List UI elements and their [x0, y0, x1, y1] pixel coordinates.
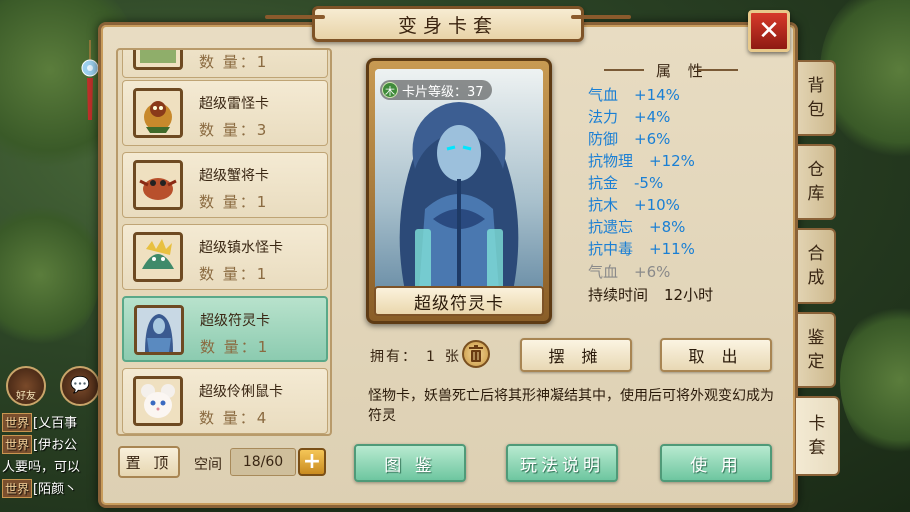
card-description: 怪物卡，妖兽死亡后将其形神凝结其中，使用后可将外观变幻成为符灵	[368, 388, 774, 424]
howto-button[interactable]: 玩法说明	[506, 444, 618, 482]
owned-count: 拥有： 1 张	[370, 349, 461, 365]
list-item[interactable]: 超级镇水怪卡 数 量：1	[122, 224, 328, 290]
card-portrait	[375, 69, 543, 291]
chat-bubble-button[interactable]: 💬	[60, 366, 100, 406]
item-count: 数 量：1	[199, 193, 267, 211]
list-item[interactable]: 超级伶俐鼠卡 数 量：4	[122, 368, 328, 434]
attribute-row: 气血 +6%	[588, 263, 671, 281]
chat-channel-tag: 世界	[2, 413, 33, 432]
tab-backpack[interactable]: 背包	[798, 60, 836, 136]
friends-label: 好友	[16, 391, 36, 402]
chat-line[interactable]: 世界 [陌颜丶	[2, 478, 77, 498]
water-monster-icon	[133, 232, 183, 282]
talisman-spirit-icon	[134, 305, 184, 355]
attribute-row: 气血 +14%	[588, 86, 680, 104]
item-name: 超级镇水怪卡	[199, 240, 283, 256]
chat-bubble-icon: 💬	[70, 375, 90, 394]
attributes-header: 属 性	[600, 60, 738, 80]
space-label: 空间	[194, 457, 222, 473]
chat-text: [伊お公	[33, 438, 78, 453]
attribute-row: 抗物理 +12%	[588, 152, 695, 170]
trash-icon	[469, 345, 483, 362]
chat-channel-tag: 世界	[2, 435, 33, 454]
close-button[interactable]: ✕	[748, 10, 790, 52]
close-icon: ✕	[758, 16, 780, 46]
item-count: 数 量：4	[199, 409, 267, 427]
attribute-row: 抗遗忘 +8%	[588, 218, 686, 236]
attribute-row: 抗中毒 +11%	[588, 240, 695, 258]
clever-mouse-icon	[133, 376, 183, 426]
crab-general-icon	[133, 160, 183, 210]
item-name: 超级雷怪卡	[199, 96, 269, 112]
item-count: 数 量：3	[199, 121, 267, 139]
item-name: 超级伶俐鼠卡	[199, 384, 283, 400]
card-list[interactable]: 数 量：1 超级雷怪卡 数 量：3 超级蟹将卡 数 量：1 超级镇水怪卡 数 量…	[116, 48, 332, 436]
use-button[interactable]: 使 用	[660, 444, 772, 482]
chat-text: [乂百事	[33, 416, 78, 431]
attribute-row: 法力 +4%	[588, 108, 671, 126]
list-item[interactable]: 超级蟹将卡 数 量：1	[122, 152, 328, 218]
list-item[interactable]: 超级雷怪卡 数 量：3	[122, 80, 328, 146]
tab-appraise[interactable]: 鉴定	[798, 312, 836, 388]
item-count: 数 量：1	[200, 338, 268, 356]
wood-element-icon: 木	[382, 82, 398, 98]
expand-space-button[interactable]: +	[298, 448, 326, 476]
friends-button[interactable]: 好友	[6, 366, 46, 406]
thunder-monster-icon	[133, 88, 183, 138]
item-count: 数 量：1	[199, 53, 267, 71]
card-top-icon	[133, 50, 183, 70]
discard-button[interactable]	[462, 340, 490, 368]
take-out-button[interactable]: 取 出	[660, 338, 772, 372]
attribute-row: 抗金 -5%	[588, 174, 664, 192]
window-title: 变身卡套	[265, 6, 631, 42]
space-value: 18/60	[230, 448, 296, 476]
tab-card-album[interactable]: 卡套	[796, 396, 840, 476]
item-name: 超级符灵卡	[200, 313, 270, 329]
attribute-row: 防御 +6%	[588, 130, 671, 148]
card-name: 超级符灵卡	[374, 286, 544, 316]
list-item-selected[interactable]: 超级符灵卡 数 量：1	[122, 296, 328, 362]
plus-icon: +	[302, 449, 322, 474]
chat-channel-tag: 世界	[2, 479, 33, 498]
list-item[interactable]: 数 量：1	[122, 50, 328, 78]
chat-line[interactable]: 世界 [伊お公	[2, 434, 77, 454]
tab-warehouse[interactable]: 仓库	[798, 144, 836, 220]
chat-text: [陌颜丶	[33, 482, 78, 497]
duration-row: 持续时间 12小时	[588, 286, 714, 304]
item-count: 数 量：1	[199, 265, 267, 283]
tab-synthesis[interactable]: 合成	[798, 228, 836, 304]
card-level-text: 卡片等级：37	[402, 84, 484, 100]
item-name: 超级蟹将卡	[199, 168, 269, 184]
attribute-row: 抗木 +10%	[588, 196, 680, 214]
pin-to-top-button[interactable]: 置 顶	[118, 446, 180, 478]
chat-line[interactable]: 人要吗，可以	[2, 456, 80, 475]
chat-area: 好友 💬 世界 [乂百事 世界 [伊お公 人要吗，可以 世界 [陌颜丶	[0, 360, 110, 512]
stall-button[interactable]: 摆 摊	[520, 338, 632, 372]
pendant-ornament	[80, 40, 100, 130]
codex-button[interactable]: 图 鉴	[354, 444, 466, 482]
chat-text: 人要吗，可以	[2, 460, 81, 475]
card-level: 木 卡片等级：37	[380, 80, 492, 100]
chat-line[interactable]: 世界 [乂百事	[2, 412, 77, 432]
